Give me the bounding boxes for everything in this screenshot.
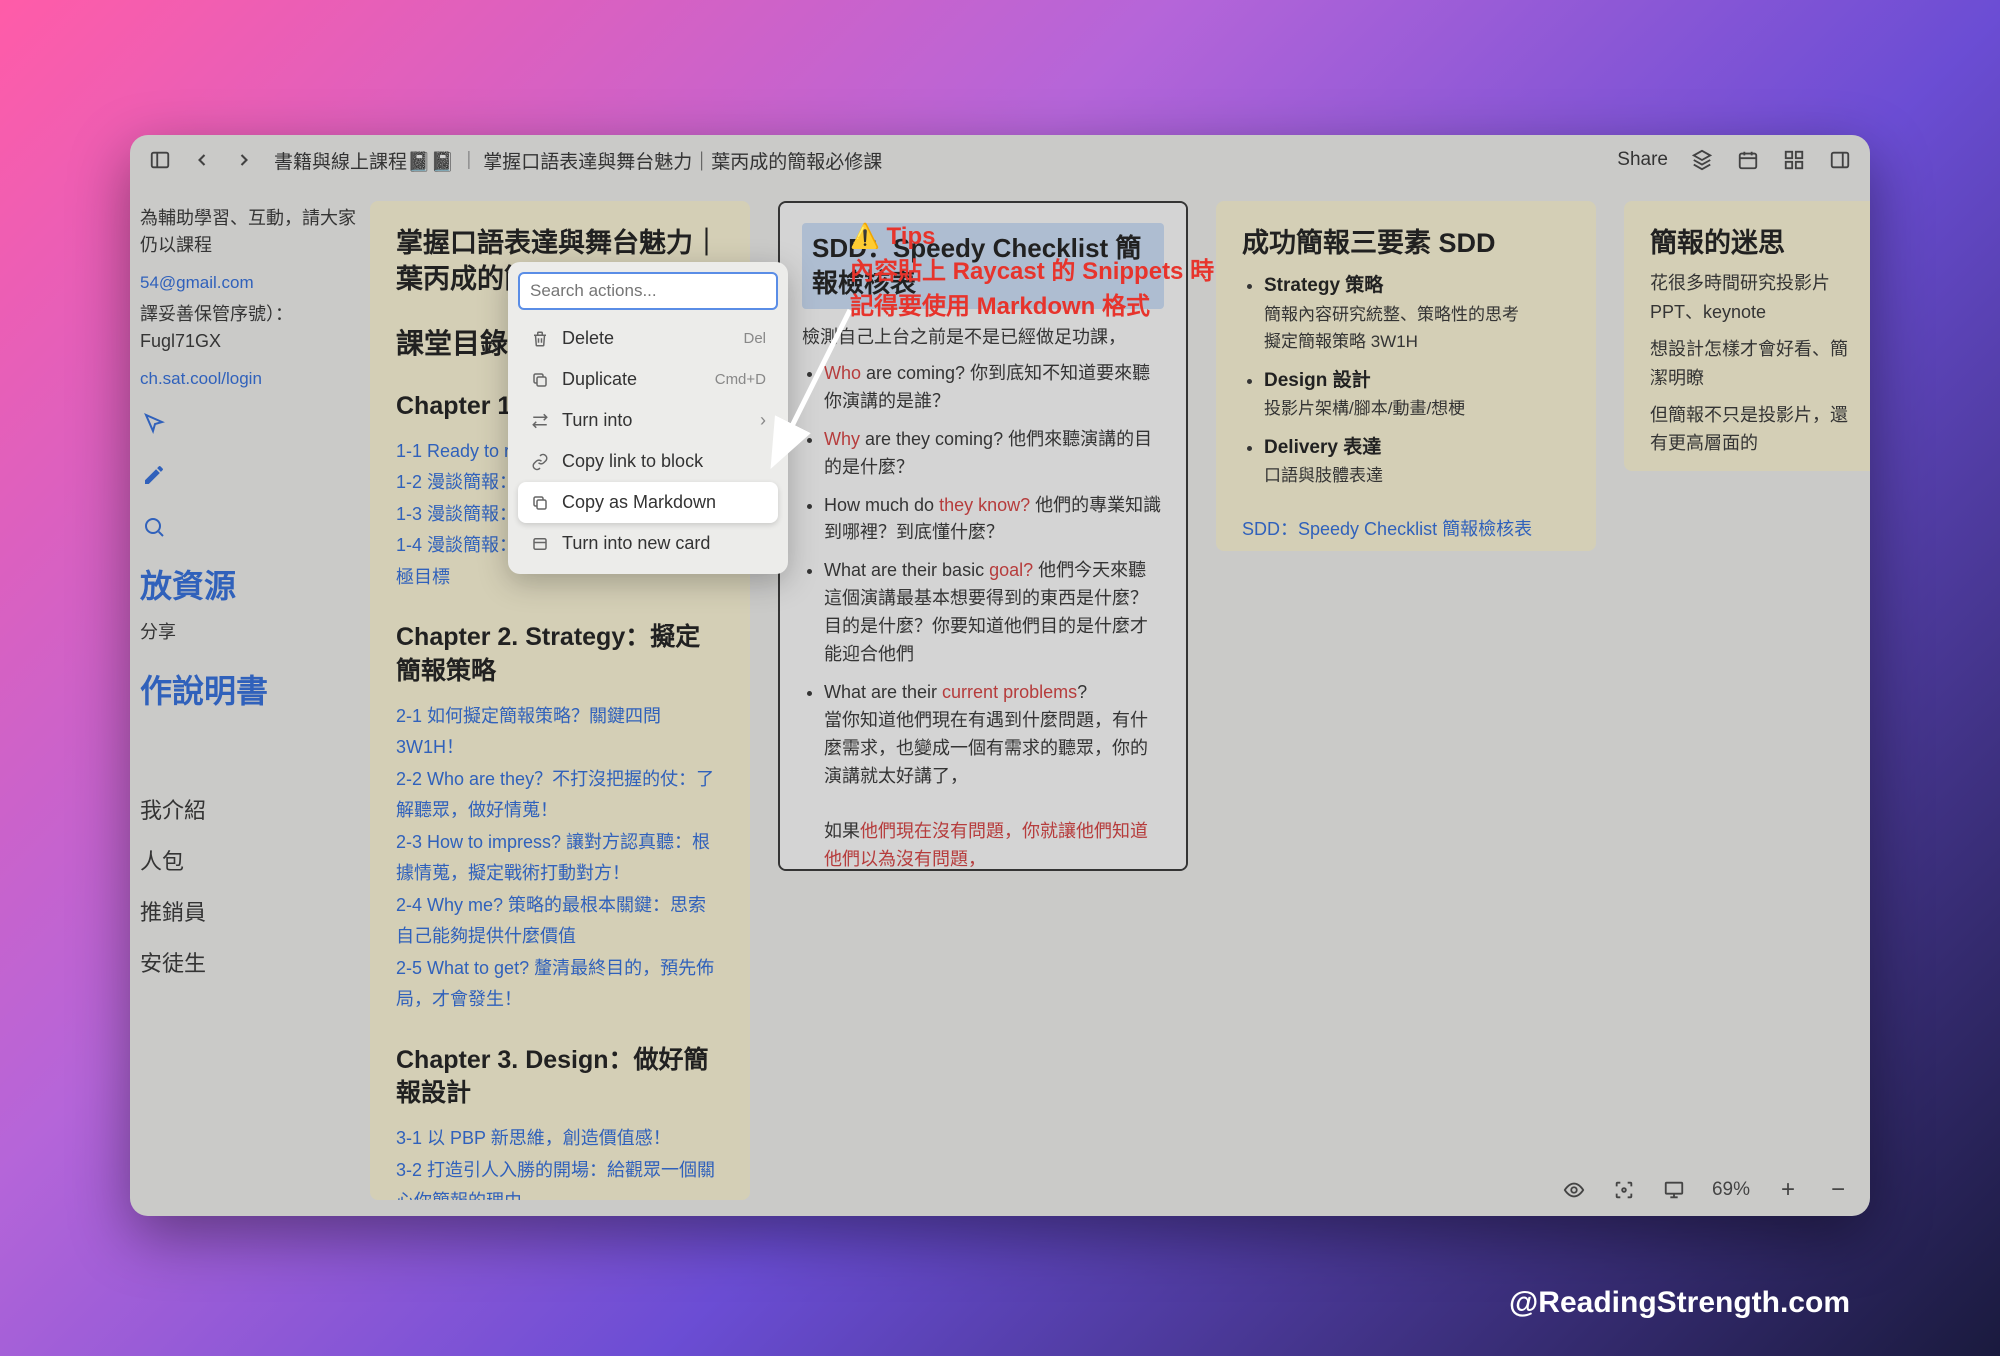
inline-link[interactable]: 擬定簡報策略 3W1H — [1264, 332, 1418, 351]
link-icon — [530, 452, 550, 472]
menu-item-delete[interactable]: Delete Del — [518, 318, 778, 359]
myth-line: 花很多時間研究投影片 PPT、keynote — [1650, 269, 1858, 327]
breadcrumb-item-2[interactable]: 掌握口語表達與舞台魅力｜葉丙成的簡報必修課 — [483, 147, 882, 174]
zoom-out-icon[interactable]: − — [1826, 1178, 1850, 1202]
nav-back-icon[interactable] — [190, 148, 214, 172]
myth-line: 但簡報不只是投影片，還有更高層面的 — [1650, 401, 1858, 459]
chapter-title-3: Chapter 3. Design：做好簡報設計 — [396, 1044, 724, 1112]
menu-item-turn-into[interactable]: Turn into › — [518, 400, 778, 441]
context-menu[interactable]: Delete Del Duplicate Cmd+D Turn into › C… — [508, 262, 788, 574]
search-icon[interactable] — [140, 513, 168, 541]
menu-item-turn-new-card[interactable]: Turn into new card — [518, 523, 778, 564]
sidebar-item[interactable]: 人包 — [140, 845, 360, 878]
calendar-icon[interactable] — [1736, 148, 1760, 172]
card-myths[interactable]: 簡報的迷思 花很多時間研究投影片 PPT、keynote 想設計怎樣才會好看、簡… — [1624, 201, 1870, 471]
list-item: How much do they know? 他們的專業知識到哪裡？到底懂什麼？ — [824, 492, 1164, 548]
breadcrumb-item-1[interactable]: 書籍與線上課程📓📓 — [274, 147, 454, 174]
toc-link[interactable]: 3-2 打造引人入勝的開場：給觀眾一個關心你簡報的理由 — [396, 1155, 724, 1200]
sidebar-item[interactable]: 推銷員 — [140, 896, 360, 929]
sidebar-login-link[interactable]: ch.sat.cool/login — [140, 369, 360, 389]
toc-link[interactable]: 2-3 How to impress? 讓對方認真聽：根據情蒐，擬定戰術打動對方… — [396, 827, 724, 890]
breadcrumb-sep: | — [466, 149, 471, 171]
toolbar: 書籍與線上課程📓📓 | 掌握口語表達與舞台魅力｜葉丙成的簡報必修課 Share — [130, 135, 1870, 185]
stack-icon[interactable] — [1690, 148, 1714, 172]
menu-item-copy-link[interactable]: Copy link to block — [518, 441, 778, 482]
zoom-level[interactable]: 69% — [1712, 1179, 1750, 1201]
breadcrumb[interactable]: 書籍與線上課程📓📓 | 掌握口語表達與舞台魅力｜葉丙成的簡報必修課 — [274, 147, 882, 174]
tips-annotation: ⚠️ Tips 內容貼上 Raycast 的 Snippets 時 記得要使用 … — [850, 220, 1214, 324]
myth-line: 想設計怎樣才會好看、簡潔明瞭 — [1650, 335, 1858, 393]
list-item: Why are they coming? 他們來聽演講的目的是什麼？ — [824, 426, 1164, 482]
watermark: @ReadingStrength.com — [1509, 1286, 1850, 1320]
card-title: 簡報的迷思 — [1650, 225, 1858, 261]
sidebar-heading-manual: 作說明書 — [140, 666, 360, 712]
pencil-icon[interactable] — [140, 461, 168, 489]
sidebar-sub-share: 分享 — [140, 619, 360, 646]
bottom-bar: 69% + − — [1562, 1178, 1850, 1202]
grid-icon[interactable] — [1782, 148, 1806, 172]
sidebar-item[interactable]: 我介紹 — [140, 794, 360, 827]
toc-link[interactable]: 3-1 以 PBP 新思維，創造價值感！ — [396, 1123, 724, 1155]
eye-icon[interactable] — [1562, 1178, 1586, 1202]
arrow-annotation — [760, 300, 870, 480]
share-button[interactable]: Share — [1617, 149, 1668, 171]
cursor-icon[interactable] — [140, 409, 168, 437]
category-block: Design 設計 投影片架構/腳本/動畫/想梗 — [1264, 366, 1570, 423]
trash-icon — [530, 329, 550, 349]
sidebar-invite: 譯妥善保管序號）：Fugl71GX — [140, 301, 360, 355]
markdown-icon — [530, 493, 550, 513]
focus-icon[interactable] — [1612, 1178, 1636, 1202]
toc-link[interactable]: 2-5 What to get? 釐清最終目的，預先佈局，才會發生！ — [396, 953, 724, 1016]
sidebar-note: 為輔助學習、互動，請大家仍以課程 — [140, 205, 360, 259]
turn-into-icon — [530, 411, 550, 431]
presentation-icon[interactable] — [1662, 1178, 1686, 1202]
zoom-in-icon[interactable]: + — [1776, 1178, 1800, 1202]
menu-item-duplicate[interactable]: Duplicate Cmd+D — [518, 359, 778, 400]
card-sdd[interactable]: 成功簡報三要素 SDD Strategy 策略 簡報內容研究統整、策略性的思考 … — [1216, 201, 1596, 551]
sidebar-toggle-icon[interactable] — [148, 148, 172, 172]
sidebar-item[interactable]: 安徒生 — [140, 947, 360, 980]
sidebar-email-link[interactable]: 54@gmail.com — [140, 273, 360, 293]
toc-link[interactable]: 2-2 Who are they？不打沒把握的仗：了解聽眾，做好情蒐！ — [396, 764, 724, 827]
chapter-title-2: Chapter 2. Strategy：擬定簡報策略 — [396, 621, 724, 689]
panel-icon[interactable] — [1828, 148, 1852, 172]
card-icon — [530, 534, 550, 554]
list-item: Who are coming? 你到底知不知道要來聽你演講的是誰？ — [824, 360, 1164, 416]
category-block: Delivery 表達 口語與肢體表達 — [1264, 433, 1570, 490]
category-block: Strategy 策略 簡報內容研究統整、策略性的思考 擬定簡報策略 3W1H — [1264, 271, 1570, 356]
content-area: 為輔助學習、互動，請大家仍以課程 54@gmail.com 譯妥善保管序號）：F… — [130, 185, 1870, 1216]
footer-link[interactable]: SDD：Speedy Checklist 簡報檢核表 — [1242, 519, 1532, 539]
duplicate-icon — [530, 370, 550, 390]
list-item: What are their current problems?當你知道他們現在… — [824, 679, 1164, 871]
sidebar: 為輔助學習、互動，請大家仍以課程 54@gmail.com 譯妥善保管序號）：F… — [130, 185, 370, 1216]
list-item: What are their basic goal? 他們今天來聽這個演講最基本… — [824, 557, 1164, 669]
menu-item-copy-markdown[interactable]: Copy as Markdown — [518, 482, 778, 523]
toc-link[interactable]: 2-1 如何擬定簡報策略？關鍵四問 3W1H！ — [396, 701, 724, 764]
sidebar-heading-resources: 放資源 — [140, 561, 360, 607]
card-title: 成功簡報三要素 SDD — [1242, 225, 1570, 261]
menu-search-input[interactable] — [518, 272, 778, 310]
nav-forward-icon[interactable] — [232, 148, 256, 172]
toc-link[interactable]: 2-4 Why me? 策略的最根本關鍵：思索自己能夠提供什麼價值 — [396, 890, 724, 953]
